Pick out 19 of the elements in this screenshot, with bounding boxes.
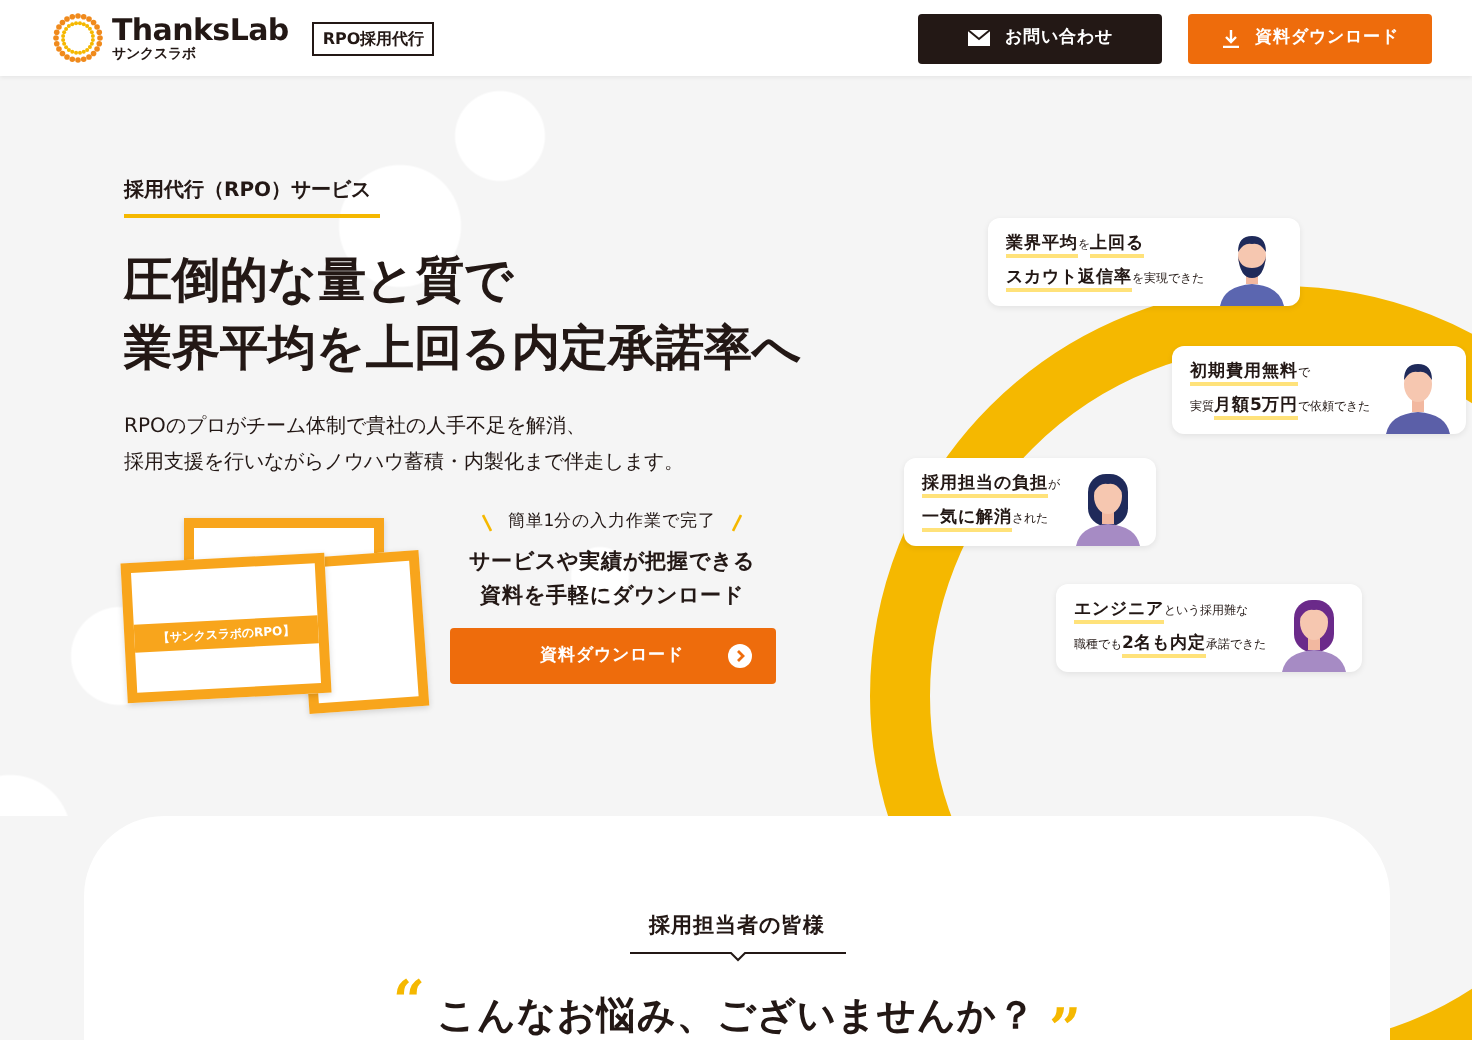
download-description: サービスや実績が把握できる 資料を手軽にダウンロード (469, 548, 755, 612)
download-button[interactable]: 資料ダウンロード (1188, 13, 1432, 63)
slash-icon (481, 513, 492, 531)
chevron-icon (727, 644, 751, 668)
hero-title: 圧倒的な量と質で 業界平均を上回る内定承諾率へ (124, 250, 802, 380)
slash-icon (732, 513, 743, 531)
hero-description: RPOのプロがチーム体制で貴社の人手不足を解消、 採用支援を行いながらノウハウ蓄積・内製化まで伴走します。 (124, 413, 686, 478)
open-quote: “ (392, 974, 425, 1030)
service-badge: RPO採用代行 (312, 21, 435, 55)
service-tag: 採用代行（RPO）サービス (124, 176, 380, 218)
close-quote: ” (1049, 1002, 1082, 1040)
download-icon (1221, 29, 1239, 47)
download-button[interactable]: 資料ダウンロード (449, 628, 775, 684)
section-heading: こんなお悩み、ございませんか？ (437, 992, 1037, 1040)
logo-icon (52, 12, 104, 64)
download-note: 簡単1分の入力作業で完了 (507, 510, 717, 534)
mail-icon (967, 30, 989, 46)
contact-button[interactable]: お問い合わせ (918, 13, 1162, 63)
logo-name: ThanksLab (112, 15, 289, 45)
